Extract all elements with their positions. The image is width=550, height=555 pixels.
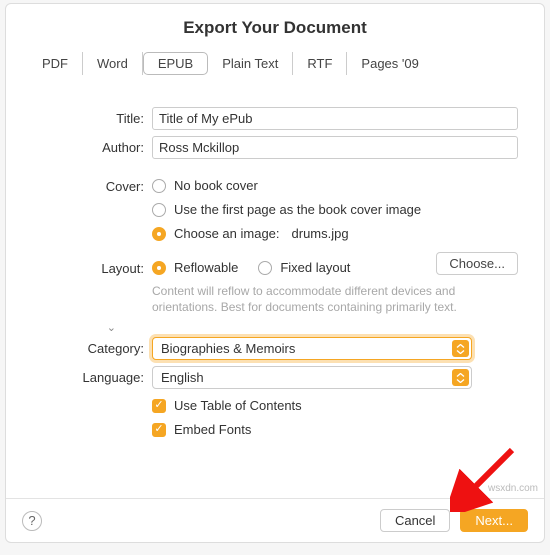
cover-option-choose-image[interactable]: Choose an image: drums.jpg <box>152 223 518 244</box>
title-label: Title: <box>32 107 144 126</box>
chevron-down-icon[interactable]: ⌄ <box>32 321 144 334</box>
radio-icon <box>152 203 166 217</box>
language-select[interactable]: English <box>152 366 472 389</box>
cancel-button[interactable]: Cancel <box>380 509 450 532</box>
layout-help-text: Content will reflow to accommodate diffe… <box>152 281 518 315</box>
category-select[interactable]: Biographies & Memoirs <box>152 337 472 360</box>
cover-option-none[interactable]: No book cover <box>152 175 518 196</box>
dropdown-arrow-icon <box>452 369 469 386</box>
embed-fonts-checkbox[interactable]: ✓ Embed Fonts <box>152 419 518 440</box>
dropdown-arrow-icon <box>452 340 469 357</box>
tab-plain-text[interactable]: Plain Text <box>208 52 293 75</box>
dialog-title: Export Your Document <box>6 4 544 52</box>
radio-icon <box>258 261 272 275</box>
tab-epub[interactable]: EPUB <box>143 52 208 75</box>
cover-option-first-page[interactable]: Use the first page as the book cover ima… <box>152 199 518 220</box>
radio-icon <box>152 227 166 241</box>
author-input[interactable] <box>152 136 518 159</box>
tab-word[interactable]: Word <box>83 52 143 75</box>
choose-image-button[interactable]: Choose... <box>436 252 518 275</box>
help-button[interactable]: ? <box>22 511 42 531</box>
title-input[interactable] <box>152 107 518 130</box>
cover-none-label: No book cover <box>174 178 258 193</box>
layout-fixed-label: Fixed layout <box>280 260 350 275</box>
author-label: Author: <box>32 136 144 155</box>
toc-checkbox[interactable]: ✓ Use Table of Contents <box>152 395 518 416</box>
cover-first-page-label: Use the first page as the book cover ima… <box>174 202 421 217</box>
tab-pdf[interactable]: PDF <box>28 52 83 75</box>
export-dialog: Export Your Document PDF Word EPUB Plain… <box>5 3 545 543</box>
language-value: English <box>161 370 204 385</box>
toc-label: Use Table of Contents <box>174 398 302 413</box>
language-label: Language: <box>32 366 144 385</box>
radio-icon <box>152 179 166 193</box>
category-value: Biographies & Memoirs <box>161 341 295 356</box>
export-form: Title: Author: Cover: No book cover <box>6 83 544 440</box>
watermark-text: wsxdn.com <box>488 483 538 494</box>
export-format-tabs: PDF Word EPUB Plain Text RTF Pages '09 <box>6 52 544 83</box>
cover-choose-label: Choose an image: <box>174 226 280 241</box>
checkbox-checked-icon: ✓ <box>152 399 166 413</box>
category-label: Category: <box>32 337 144 356</box>
layout-option-fixed[interactable]: Fixed layout <box>258 257 350 278</box>
cover-file-name: drums.jpg <box>288 226 349 241</box>
checkbox-checked-icon: ✓ <box>152 423 166 437</box>
dialog-footer: ? Cancel Next... <box>6 498 544 542</box>
next-button[interactable]: Next... <box>460 509 528 532</box>
layout-label: Layout: <box>32 257 144 276</box>
tab-pages-09[interactable]: Pages '09 <box>347 52 432 75</box>
layout-option-reflowable[interactable]: Reflowable <box>152 257 238 278</box>
layout-reflowable-label: Reflowable <box>174 260 238 275</box>
embed-fonts-label: Embed Fonts <box>174 422 251 437</box>
tab-rtf[interactable]: RTF <box>293 52 347 75</box>
cover-label: Cover: <box>32 175 144 194</box>
radio-icon <box>152 261 166 275</box>
